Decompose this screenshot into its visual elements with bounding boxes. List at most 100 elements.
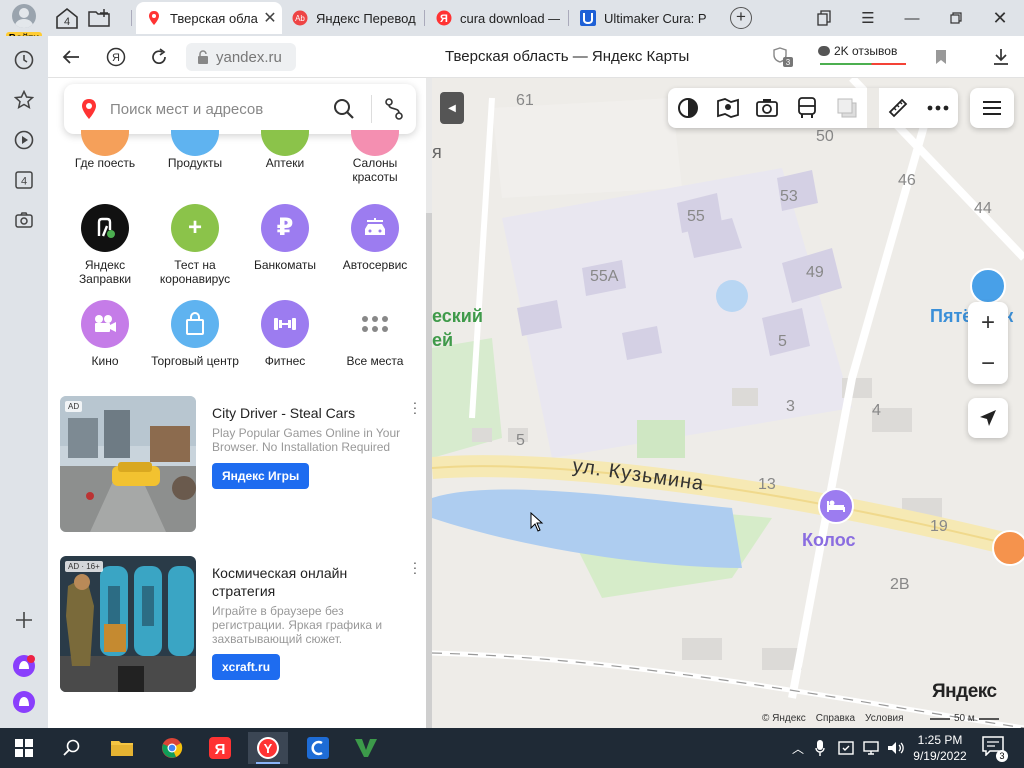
- file-explorer-button[interactable]: [102, 732, 142, 764]
- category-fuel[interactable]: Яндекс Заправки: [60, 204, 150, 286]
- alice-messenger-button[interactable]: [12, 654, 36, 678]
- menu-button[interactable]: ☰: [853, 6, 883, 30]
- back-button[interactable]: [58, 45, 84, 69]
- ad-card[interactable]: AD City Driver - Steal Cars Play Popular…: [60, 395, 420, 532]
- ad-card[interactable]: AD · 16+ Космическая онлайн стратегия Иг…: [60, 555, 420, 692]
- tabs-counter-button[interactable]: 4: [54, 6, 80, 30]
- extensions-button[interactable]: 3: [768, 45, 798, 69]
- bookmarks-button[interactable]: [809, 6, 839, 30]
- yandex-button[interactable]: Я: [103, 45, 129, 69]
- transit-button[interactable]: [787, 88, 827, 128]
- ultimaker-icon: [580, 10, 596, 26]
- restore-button[interactable]: [941, 6, 971, 30]
- close-tab-icon[interactable]: ✕: [262, 8, 278, 28]
- history-button[interactable]: [12, 48, 36, 72]
- more-vertical-icon[interactable]: · · ·: [410, 555, 420, 579]
- minimize-button[interactable]: —: [897, 6, 927, 30]
- map-canvas[interactable]: ул. Кузьмина 61 50 46 44 53 55 55А 49 5 …: [432, 78, 1024, 728]
- microphone-icon[interactable]: [812, 736, 828, 760]
- fuel-icon: [81, 204, 129, 252]
- bookmark-button[interactable]: [928, 45, 954, 69]
- category-food[interactable]: Где поесть: [60, 130, 150, 170]
- security-icon[interactable]: [836, 736, 856, 760]
- tabs-button[interactable]: 4: [12, 168, 36, 192]
- category-covid-test[interactable]: + Тест на коронавирус: [150, 204, 240, 286]
- notification-center-button[interactable]: 3: [982, 736, 1008, 762]
- category-atm[interactable]: ₽ Банкоматы: [240, 204, 330, 272]
- map-house-number: 5: [778, 333, 787, 350]
- svg-text:Аb: Аb: [295, 14, 305, 23]
- yandex-app-button[interactable]: Я: [200, 732, 240, 764]
- download-icon: [994, 49, 1008, 65]
- screenshot-button[interactable]: [12, 208, 36, 232]
- favorites-button[interactable]: [12, 88, 36, 112]
- profile-button[interactable]: Войти: [4, 4, 44, 45]
- vectary-button[interactable]: [346, 732, 386, 764]
- close-window-button[interactable]: ✕: [985, 6, 1015, 30]
- start-button[interactable]: [4, 732, 44, 764]
- tab-bar: Войти 4 Тверская обла ✕ Аb Яндекс Перево…: [0, 0, 1024, 45]
- collapse-panel-button[interactable]: ◀: [440, 92, 464, 124]
- downloads-button[interactable]: [988, 45, 1014, 69]
- folder-add-button[interactable]: [86, 6, 112, 30]
- category-cinema[interactable]: Кино: [60, 300, 150, 368]
- terms-link[interactable]: Условия: [865, 713, 904, 724]
- ad-image[interactable]: AD · 16+: [60, 556, 196, 692]
- new-tab-button[interactable]: +: [730, 7, 752, 29]
- category-fitness[interactable]: Фитнес: [240, 300, 330, 368]
- chrome-button[interactable]: [152, 732, 192, 764]
- yandex-browser-button[interactable]: Y: [248, 732, 288, 764]
- traffic-button[interactable]: [827, 88, 867, 128]
- search-input[interactable]: Поиск мест и адресов: [110, 101, 333, 118]
- search-box[interactable]: Поиск мест и адресов: [64, 84, 416, 134]
- category-mall[interactable]: Торговый центр: [150, 300, 240, 368]
- ruler-button[interactable]: [879, 88, 919, 128]
- folder-icon: [111, 741, 133, 756]
- zoom-controls: + −: [968, 302, 1008, 384]
- tab-ultimaker[interactable]: Ultimaker Cura: Р: [570, 2, 720, 34]
- category-beauty[interactable]: Салоны красоты: [330, 130, 420, 184]
- volume-icon[interactable]: [886, 736, 906, 760]
- tray-chevron-icon[interactable]: ︿: [790, 736, 806, 760]
- tab-cura-download[interactable]: Я cura download —: [426, 2, 566, 34]
- route-icon: [385, 98, 403, 120]
- ad-title[interactable]: City Driver - Steal Cars: [212, 404, 402, 422]
- tab-translate[interactable]: Аb Яндекс Перевод: [282, 2, 422, 34]
- cafe-icon[interactable]: [992, 530, 1024, 566]
- ruler-icon: [889, 98, 908, 118]
- reviews-button[interactable]: 2K отзывов: [818, 44, 897, 58]
- add-panel-button[interactable]: [12, 608, 36, 632]
- url-field[interactable]: yandex.ru: [186, 43, 296, 71]
- tab-yandex-maps[interactable]: Тверская обла ✕: [136, 2, 282, 34]
- photos-button[interactable]: [747, 88, 787, 128]
- layers-button[interactable]: [668, 88, 708, 128]
- help-link[interactable]: Справка: [816, 713, 855, 724]
- zoom-out-button[interactable]: −: [968, 343, 1008, 384]
- house-icon: 4: [56, 7, 78, 29]
- category-pharmacy[interactable]: Аптеки: [240, 130, 330, 170]
- search-taskbar-button[interactable]: [52, 732, 92, 764]
- network-icon[interactable]: [862, 736, 882, 760]
- ad-image[interactable]: AD: [60, 396, 196, 532]
- main-menu-button[interactable]: [970, 88, 1014, 128]
- system-clock[interactable]: 1:25 PM 9/19/2022: [905, 732, 975, 764]
- alice-button[interactable]: [12, 690, 36, 714]
- ad-cta-button[interactable]: Яндекс Игры: [212, 463, 310, 489]
- category-car-service[interactable]: Автосервис: [330, 204, 420, 272]
- avatar: [12, 4, 36, 28]
- more-vertical-icon[interactable]: · · ·: [410, 395, 420, 419]
- panorama-button[interactable]: [708, 88, 748, 128]
- reload-button[interactable]: [146, 45, 172, 69]
- copyright-link[interactable]: © Яндекс: [762, 713, 806, 724]
- ad-title[interactable]: Космическая онлайн стратегия: [212, 564, 402, 600]
- map-house-number: 4: [872, 402, 881, 419]
- cura-button[interactable]: [298, 732, 338, 764]
- locate-me-button[interactable]: [968, 398, 1008, 438]
- ad-cta-button[interactable]: xcraft.ru: [212, 654, 281, 680]
- media-button[interactable]: [12, 128, 36, 152]
- category-all-places[interactable]: Все места: [330, 300, 420, 368]
- category-groceries[interactable]: Продукты: [150, 130, 240, 170]
- more-button[interactable]: [918, 88, 958, 128]
- zoom-in-button[interactable]: +: [968, 302, 1008, 343]
- play-icon: [14, 130, 34, 150]
